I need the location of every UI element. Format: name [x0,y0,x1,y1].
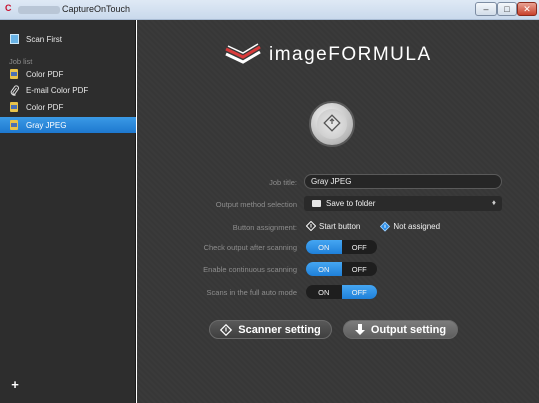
sidebar-item-job[interactable]: Color PDF [0,99,136,115]
scanner-setting-button[interactable]: Scanner setting [209,320,332,339]
output-method-select[interactable]: Save to folder ♦ [304,196,502,211]
output-setting-label: Output setting [370,323,447,336]
button-assignment-row: Start button Not assigned [306,220,440,232]
sidebar-item-label: Color PDF [26,102,64,112]
imageformula-logo-icon [225,43,261,67]
start-button-option[interactable]: Start button [319,222,360,231]
not-assigned-icon [380,220,391,232]
minimize-icon: – [483,4,489,14]
sidebar-item-scan-first[interactable]: Scan First [0,31,136,47]
sidebar-item-label: E-mail Color PDF [26,85,89,95]
toggle-off-option[interactable]: OFF [341,285,377,299]
sidebar-item-label: Color PDF [26,69,64,79]
diamond-icon [220,323,233,336]
sidebar: Scan First Job list Color PDF E-mail Col… [0,20,136,403]
folder-icon [312,200,321,207]
start-scan-button[interactable] [309,101,355,147]
brand-header: imageFORMULA [225,43,432,67]
sidebar-item-label: Gray JPEG [26,120,67,130]
output-method-value: Save to folder [326,199,376,208]
title-bar: C CaptureOnTouch – □ ✕ [0,0,539,20]
job-list-heading: Job list [9,57,33,66]
toggle-on-option[interactable]: ON [306,262,342,276]
sidebar-item-job-selected[interactable]: Gray JPEG [0,117,136,133]
title-blurred-segment [18,6,60,14]
close-button[interactable]: ✕ [517,2,537,16]
close-icon: ✕ [523,3,531,14]
window-title: CaptureOnTouch [62,4,131,14]
sidebar-item-job[interactable]: Color PDF [0,66,136,82]
main-panel: imageFORMULA Job title: Gray JPEG Output… [137,20,539,403]
start-diamond-icon [323,114,341,134]
paperclip-icon [9,84,19,96]
continuous-scanning-toggle[interactable]: ON OFF [306,262,377,276]
app-logo-icon: C [5,3,12,13]
minimize-button[interactable]: – [475,2,497,16]
continuous-scanning-label: Enable continuous scanning [203,265,297,274]
output-method-label: Output method selection [215,200,297,209]
jpeg-icon [9,120,19,131]
start-button-icon [306,221,316,231]
full-auto-mode-label: Scans in the full auto mode [206,288,297,297]
toggle-off-option[interactable]: OFF [342,262,378,276]
check-output-toggle[interactable]: ON OFF [306,240,377,254]
toggle-off-option[interactable]: OFF [342,240,378,254]
maximize-button[interactable]: □ [497,2,517,16]
job-title-label: Job title: [269,178,297,187]
check-output-label: Check output after scanning [203,243,297,252]
not-assigned-option[interactable]: Not assigned [393,222,440,231]
output-setting-button[interactable]: Output setting [343,320,458,339]
add-job-button[interactable]: + [8,378,22,392]
download-arrow-icon [354,323,365,336]
full-auto-mode-toggle[interactable]: ON OFF [306,285,377,299]
scanner-icon [9,34,19,45]
scanner-setting-label: Scanner setting [238,323,321,336]
sidebar-item-job[interactable]: E-mail Color PDF [0,82,136,98]
button-assignment-label: Button assignment: [232,223,297,232]
pdf-icon [9,69,19,80]
pdf-icon [9,102,19,113]
dropdown-arrow-icon: ♦ [491,198,496,207]
brand-title: imageFORMULA [269,44,432,65]
toggle-on-option[interactable]: ON [306,240,342,254]
job-title-input[interactable]: Gray JPEG [304,174,502,189]
toggle-on-option[interactable]: ON [306,285,342,299]
maximize-icon: □ [504,4,510,14]
sidebar-item-label: Scan First [26,34,63,44]
